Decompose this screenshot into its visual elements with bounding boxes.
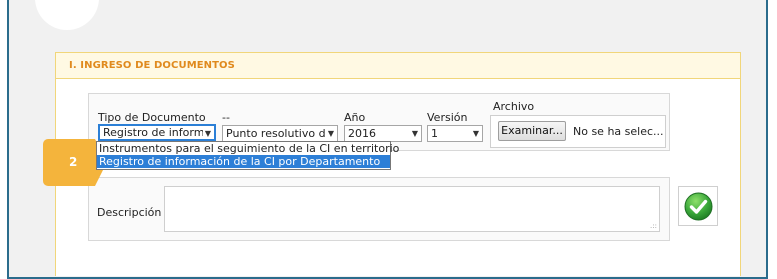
- avatar: [35, 0, 99, 30]
- description-textarea[interactable]: .::: [164, 186, 660, 232]
- resize-grip-icon[interactable]: .::: [650, 223, 657, 230]
- descripcion-label: Descripción: [97, 206, 162, 219]
- step-number-badge: 2: [43, 139, 107, 186]
- archivo-file-input[interactable]: Examinar... No se ha selec...: [490, 115, 666, 148]
- anio-label: Año: [344, 111, 366, 124]
- chevron-down-icon: ▼: [204, 129, 211, 138]
- second-select[interactable]: Punto resolutivo de ▼: [222, 125, 338, 142]
- tipo-documento-dropdown-list: Instrumentos para el seguimiento de la C…: [96, 141, 399, 170]
- chevron-down-icon: ▼: [472, 129, 479, 138]
- version-select[interactable]: 1 ▼: [427, 125, 483, 142]
- browse-button[interactable]: Examinar...: [498, 121, 566, 141]
- description-group: Descripción .::: [88, 177, 670, 241]
- app-frame: I. INGRESO DE DOCUMENTOS Tipo de Documen…: [7, 0, 768, 279]
- step-number: 2: [69, 155, 78, 169]
- chevron-down-icon: ▼: [327, 129, 334, 138]
- dropdown-option[interactable]: Instrumentos para el seguimiento de la C…: [97, 142, 399, 155]
- check-circle-icon: [684, 192, 713, 221]
- dropdown-option-selected[interactable]: Registro de información de la CI por Dep…: [97, 155, 390, 168]
- chevron-down-icon: ▼: [411, 129, 418, 138]
- submit-button[interactable]: [678, 186, 718, 226]
- anio-select[interactable]: 2016 ▼: [344, 125, 422, 142]
- tipo-documento-select[interactable]: Registro de informa ▼: [98, 124, 216, 141]
- anio-value: 2016: [348, 127, 376, 140]
- version-label: Versión: [427, 111, 468, 124]
- tipo-documento-label: Tipo de Documento: [98, 111, 206, 124]
- section-title: I. INGRESO DE DOCUMENTOS: [56, 53, 740, 79]
- archivo-label: Archivo: [493, 100, 535, 113]
- second-select-value: Punto resolutivo de: [226, 127, 326, 140]
- second-select-label: --: [222, 111, 230, 124]
- file-status-text: No se ha selec...: [573, 125, 664, 138]
- version-value: 1: [431, 127, 438, 140]
- tipo-documento-value: Registro de informa: [103, 126, 203, 139]
